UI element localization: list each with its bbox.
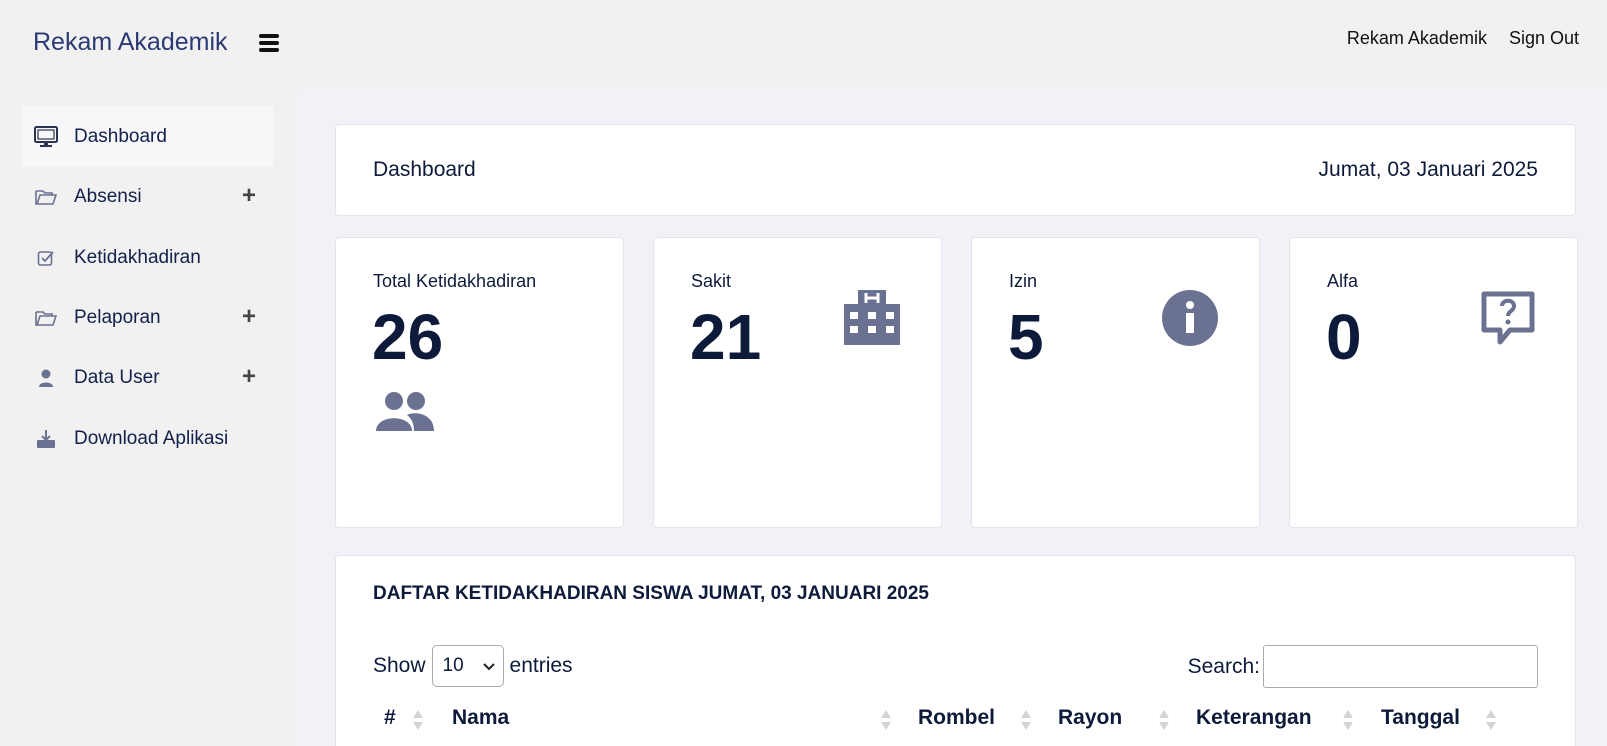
menu-toggle-icon[interactable]: [259, 34, 279, 54]
sidebar-item-pelaporan[interactable]: Pelaporan +: [22, 287, 273, 348]
dashboard-header-card: Dashboard Jumat, 03 Januari 2025: [335, 124, 1576, 216]
sort-icon[interactable]: [1486, 710, 1496, 732]
stat-card-sakit: Sakit 21: [653, 237, 942, 528]
sort-icon[interactable]: [1343, 710, 1353, 732]
page-title: Dashboard: [373, 158, 476, 181]
current-date: Jumat, 03 Januari 2025: [1318, 158, 1538, 181]
chevron-down-icon: [482, 655, 495, 677]
sort-icon[interactable]: [1159, 710, 1169, 732]
entries-select[interactable]: 10: [431, 645, 504, 687]
show-label: Show: [373, 654, 426, 677]
info-circle-icon: [1162, 290, 1218, 351]
top-nav: Rekam Akademik Sign Out: [1347, 28, 1579, 49]
search-label: Search:: [1187, 654, 1260, 678]
sign-out-link[interactable]: Sign Out: [1509, 28, 1579, 49]
main-content: Dashboard Jumat, 03 Januari 2025 Total K…: [298, 90, 1607, 746]
hospital-icon: [844, 290, 900, 350]
profile-link[interactable]: Rekam Akademik: [1347, 28, 1487, 49]
download-icon: [33, 426, 59, 452]
entries-label: entries: [509, 654, 573, 677]
sidebar-item-label: Pelaporan: [74, 306, 161, 328]
users-icon: [374, 391, 436, 438]
column-header-rombel[interactable]: Rombel: [918, 706, 995, 730]
sidebar-item-label: Ketidakhadiran: [74, 246, 201, 268]
stat-value: 26: [372, 301, 444, 373]
stat-value: 5: [1008, 301, 1044, 373]
top-bar: Rekam Akademik Rekam Akademik Sign Out: [0, 0, 1607, 90]
sidebar-item-ketidakhadiran[interactable]: Ketidakhadiran: [22, 227, 273, 288]
column-header-tanggal[interactable]: Tanggal: [1381, 706, 1460, 730]
monitor-icon: [33, 124, 59, 150]
sidebar: Dashboard Absensi + Ketidakhadiran Pelap…: [0, 90, 298, 746]
stat-label: Izin: [1009, 271, 1038, 291]
expand-plus-icon[interactable]: +: [242, 184, 256, 208]
table-header: # Nama Rombel Rayon Keterangan Tanggal: [373, 706, 1540, 736]
table-title: DAFTAR KETIDAKHADIRAN SISWA JUMAT, 03 JA…: [373, 583, 929, 604]
entries-value: 10: [442, 655, 464, 676]
absence-table-card: DAFTAR KETIDAKHADIRAN SISWA JUMAT, 03 JA…: [335, 555, 1576, 746]
stat-card-izin: Izin 5: [971, 237, 1260, 528]
sort-icon[interactable]: [1021, 710, 1031, 732]
stat-value: 0: [1326, 301, 1362, 373]
entries-control: Show 10 entries: [373, 645, 573, 687]
stat-value: 21: [690, 301, 762, 373]
stat-card-alfa: Alfa 0: [1289, 237, 1578, 528]
check-square-icon: [33, 245, 59, 271]
sidebar-item-label: Download Aplikasi: [74, 427, 229, 449]
stat-label: Sakit: [691, 271, 732, 291]
sort-icon[interactable]: [881, 710, 891, 732]
sidebar-item-label: Absensi: [74, 185, 142, 207]
sidebar-item-download-aplikasi[interactable]: Download Aplikasi: [22, 408, 273, 469]
column-header-keterangan[interactable]: Keterangan: [1196, 706, 1312, 730]
sidebar-item-absensi[interactable]: Absensi +: [22, 166, 273, 227]
folder-icon: [33, 305, 59, 331]
stat-label: Alfa: [1327, 271, 1359, 291]
sort-icon[interactable]: [413, 710, 423, 732]
expand-plus-icon[interactable]: +: [242, 305, 256, 329]
question-chat-icon: [1480, 290, 1536, 351]
column-header-number[interactable]: #: [384, 706, 396, 730]
stat-label: Total Ketidakhadiran: [373, 271, 537, 291]
expand-plus-icon[interactable]: +: [242, 365, 256, 389]
sidebar-item-data-user[interactable]: Data User +: [22, 347, 273, 408]
sidebar-item-label: Dashboard: [74, 125, 167, 147]
search-control: Search:: [1188, 645, 1538, 688]
folder-icon: [33, 184, 59, 210]
sidebar-item-label: Data User: [74, 366, 160, 388]
column-header-nama[interactable]: Nama: [452, 706, 509, 730]
column-header-rayon[interactable]: Rayon: [1058, 706, 1122, 730]
brand-title[interactable]: Rekam Akademik: [33, 28, 228, 57]
user-icon: [33, 365, 59, 391]
sidebar-item-dashboard[interactable]: Dashboard: [22, 106, 273, 167]
search-input[interactable]: [1263, 645, 1538, 688]
stat-card-total: Total Ketidakhadiran 26: [335, 237, 624, 528]
